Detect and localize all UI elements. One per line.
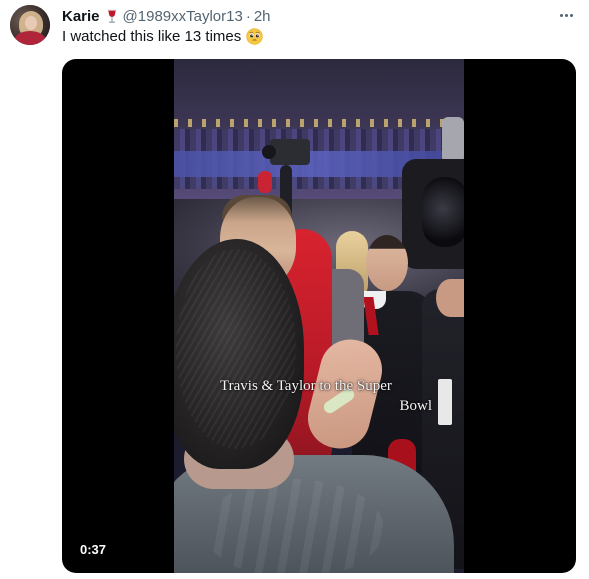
more-options-icon[interactable] — [556, 6, 576, 24]
author-name[interactable]: Karie — [62, 8, 100, 25]
wine-glass-icon — [107, 9, 116, 23]
tweet-header: Karie @1989xxTaylor13 · 2h — [62, 7, 271, 25]
video-caption: Travis & Taylor to the Super Bowl — [174, 376, 464, 416]
timestamp[interactable]: 2h — [254, 8, 271, 25]
video-duration: 0:37 — [80, 542, 107, 557]
video-player[interactable]: Travis & Taylor to the Super Bowl 0:37 — [62, 59, 576, 573]
video-caption-line2: Bowl — [399, 398, 432, 414]
tweet-text-content: I watched this like 13 times — [62, 28, 242, 45]
video-caption-line1: Travis & Taylor to the Super — [220, 378, 392, 394]
pleading-face-emoji — [246, 28, 263, 45]
video-frame[interactable]: Travis & Taylor to the Super Bowl — [174, 59, 464, 573]
avatar[interactable] — [10, 5, 50, 45]
author-handle[interactable]: @1989xxTaylor13 — [123, 8, 243, 25]
tweet[interactable]: Karie @1989xxTaylor13 · 2h I watched thi… — [0, 0, 589, 579]
tweet-text: I watched this like 13 times — [62, 28, 263, 45]
separator-dot: · — [245, 7, 251, 25]
